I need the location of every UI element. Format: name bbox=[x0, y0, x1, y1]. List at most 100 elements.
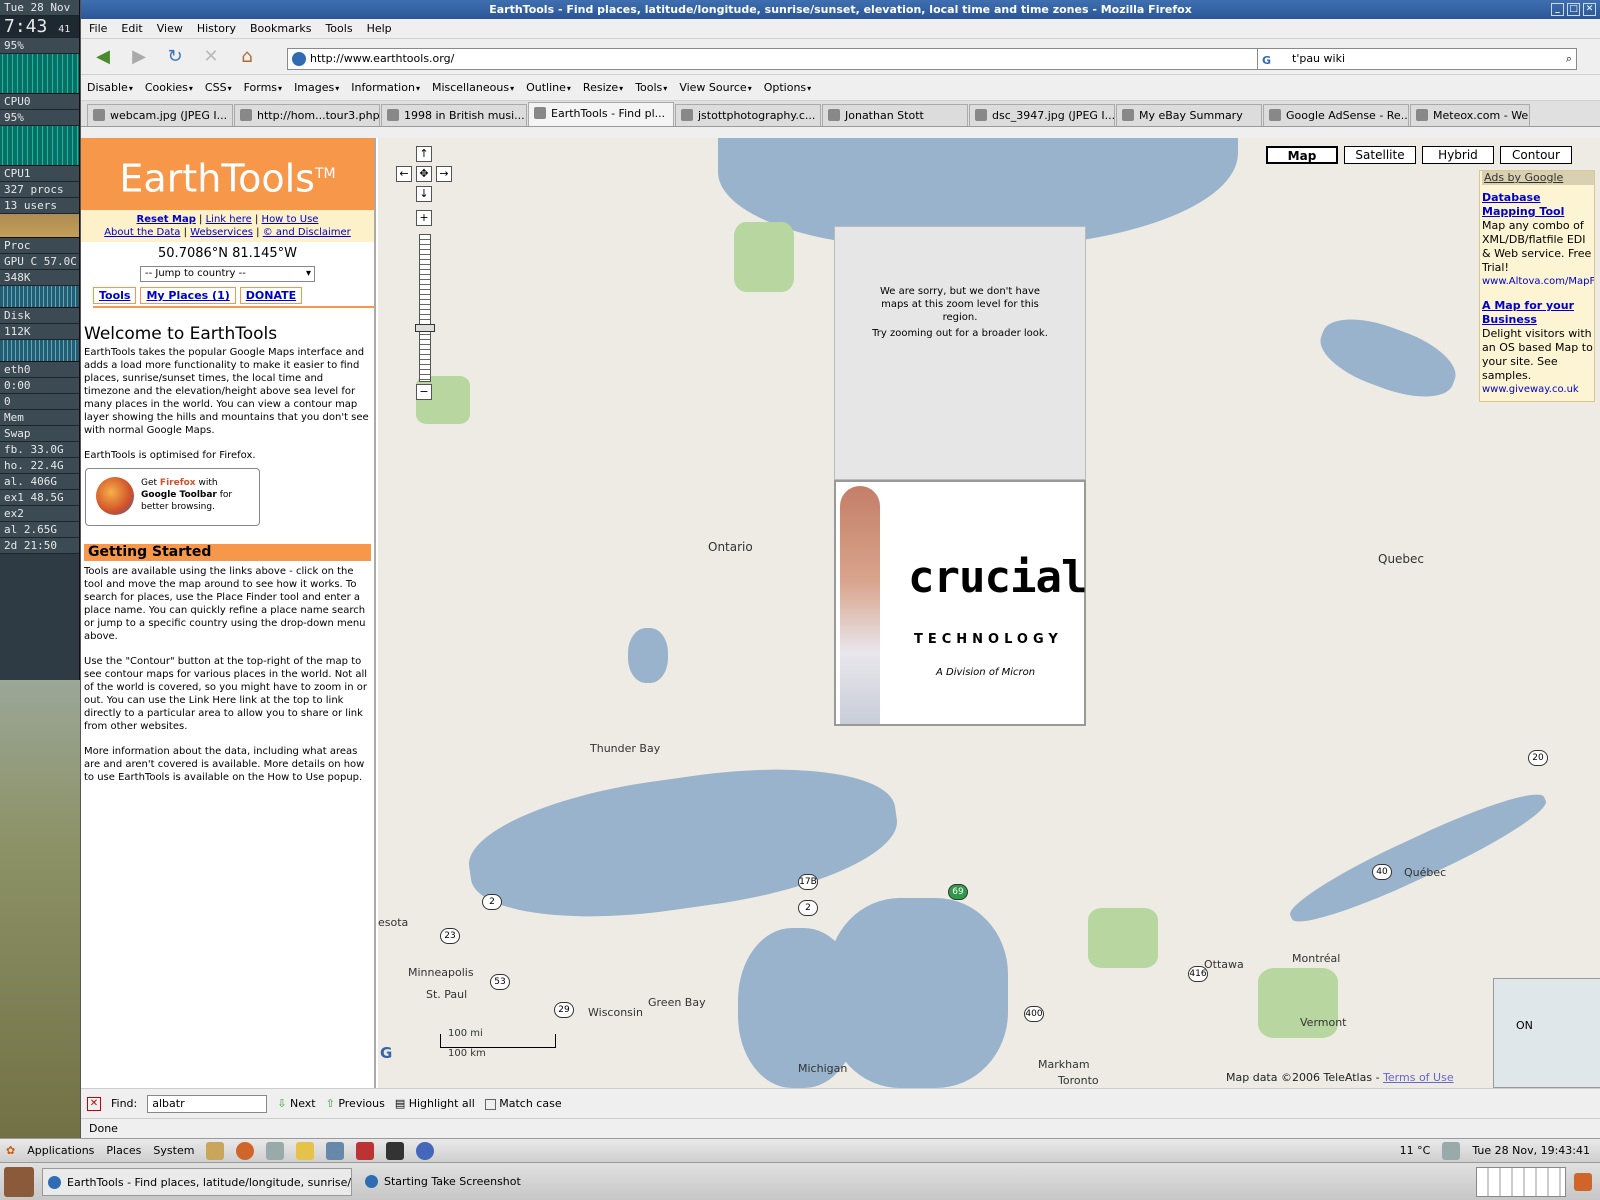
menu-history[interactable]: History bbox=[197, 22, 236, 35]
find-next-button[interactable]: ⇩ Next bbox=[277, 1097, 315, 1110]
wd-images[interactable]: Images bbox=[294, 81, 339, 94]
pan-right-icon[interactable]: → bbox=[436, 166, 452, 182]
menu-edit[interactable]: Edit bbox=[121, 22, 142, 35]
map-canvas[interactable]: ↑ ← ✥ → ↓ + − Map Satellite Hybrid Conto… bbox=[378, 138, 1600, 1088]
highlight-all-button[interactable]: ▤ Highlight all bbox=[395, 1097, 475, 1110]
wd-miscellaneous[interactable]: Miscellaneous bbox=[432, 81, 514, 94]
panel-tabs: Tools My Places (1) DONATE bbox=[93, 287, 374, 308]
satellite-type-button[interactable]: Satellite bbox=[1344, 146, 1416, 164]
show-desktop-icon[interactable] bbox=[4, 1166, 34, 1197]
zoom-in-icon[interactable]: + bbox=[416, 210, 432, 226]
menu-tools[interactable]: Tools bbox=[325, 22, 352, 35]
web-developer-toolbar: Disable Cookies CSS Forms Images Informa… bbox=[81, 75, 1600, 101]
match-case-checkbox[interactable]: Match case bbox=[484, 1097, 562, 1110]
find-previous-button[interactable]: ⇧ Previous bbox=[326, 1097, 385, 1110]
workspace-switcher[interactable] bbox=[1476, 1166, 1566, 1197]
magnifier-icon[interactable]: ⌕ bbox=[1566, 49, 1572, 69]
system-menu[interactable]: System bbox=[153, 1144, 194, 1157]
link-here-link[interactable]: Link here bbox=[206, 214, 252, 225]
donate-tab[interactable]: DONATE bbox=[239, 287, 303, 304]
reload-icon[interactable]: ↻ bbox=[161, 43, 189, 71]
menu-file[interactable]: File bbox=[89, 22, 107, 35]
zoom-slider-track[interactable] bbox=[419, 234, 431, 382]
close-window-button[interactable]: ✕ bbox=[1583, 3, 1596, 16]
firefox-launcher-icon[interactable] bbox=[236, 1141, 255, 1160]
app-launcher-icon[interactable] bbox=[356, 1141, 375, 1160]
crucial-ad-image[interactable]: crucial TECHNOLOGY A Division of Micron bbox=[834, 480, 1087, 726]
tab-meteox[interactable]: Meteox.com - Weath... bbox=[1410, 104, 1530, 126]
menu-view[interactable]: View bbox=[157, 22, 183, 35]
back-icon[interactable]: ◀ bbox=[89, 43, 117, 71]
tools-tab[interactable]: Tools bbox=[93, 287, 137, 304]
zoom-out-icon[interactable]: − bbox=[416, 384, 432, 400]
find-input[interactable] bbox=[147, 1094, 268, 1113]
pan-left-icon[interactable]: ← bbox=[396, 166, 412, 182]
disclaimer-link[interactable]: © and Disclaimer bbox=[263, 227, 351, 238]
url-bar[interactable]: http://www.earthtools.org/ ▶ bbox=[287, 48, 1307, 70]
contour-type-button[interactable]: Contour bbox=[1500, 146, 1572, 164]
ad1-title[interactable]: Database Mapping Tool bbox=[1482, 191, 1564, 218]
jump-to-country-select[interactable]: -- Jump to country -- ▾ bbox=[140, 266, 315, 282]
search-box[interactable]: G t'pau wiki ⌕ bbox=[1257, 48, 1577, 70]
terminal-icon[interactable] bbox=[266, 1141, 285, 1160]
help-icon[interactable] bbox=[296, 1141, 315, 1160]
minimize-button[interactable]: _ bbox=[1551, 3, 1564, 16]
about-data-link[interactable]: About the Data bbox=[104, 227, 180, 238]
home-icon[interactable]: ⌂ bbox=[233, 43, 261, 71]
wd-options[interactable]: Options bbox=[764, 81, 811, 94]
ad2-url[interactable]: www.giveway.co.uk bbox=[1482, 383, 1594, 397]
terms-of-use-link[interactable]: Terms of Use bbox=[1383, 1071, 1454, 1084]
tab-webcam[interactable]: webcam.jpg (JPEG I... bbox=[87, 104, 233, 126]
tab-adsense[interactable]: Google AdSense - Re... bbox=[1263, 104, 1409, 126]
menu-help[interactable]: Help bbox=[367, 22, 392, 35]
ad2-title[interactable]: A Map for your Business bbox=[1482, 299, 1574, 326]
menu-bookmarks[interactable]: Bookmarks bbox=[250, 22, 311, 35]
wd-view-source[interactable]: View Source bbox=[679, 81, 751, 94]
close-find-icon[interactable]: ✕ bbox=[87, 1096, 101, 1111]
tab-jonathan-stott[interactable]: Jonathan Stott bbox=[822, 104, 968, 126]
overview-minimap[interactable]: ON bbox=[1493, 978, 1600, 1088]
places-menu[interactable]: Places bbox=[106, 1144, 141, 1157]
get-firefox-badge[interactable]: Get Firefox with Google Toolbar for bett… bbox=[85, 468, 260, 526]
task-screenshot[interactable]: Starting Take Screenshot bbox=[360, 1168, 560, 1196]
reset-map-link[interactable]: Reset Map bbox=[137, 214, 196, 225]
pan-center-icon[interactable]: ✥ bbox=[416, 166, 432, 182]
tab-dsc-jpeg[interactable]: dsc_3947.jpg (JPEG I... bbox=[969, 104, 1115, 126]
map-type-button[interactable]: Map bbox=[1266, 146, 1338, 164]
panel-clock[interactable]: Tue 28 Nov, 19:43:41 bbox=[1472, 1144, 1600, 1157]
applications-menu[interactable]: Applications bbox=[27, 1144, 94, 1157]
tab-ebay[interactable]: My eBay Summary bbox=[1116, 104, 1262, 126]
wd-information[interactable]: Information bbox=[351, 81, 420, 94]
how-to-use-link[interactable]: How to Use bbox=[262, 214, 319, 225]
notification-icon[interactable] bbox=[1574, 1172, 1592, 1191]
wd-tools[interactable]: Tools bbox=[635, 81, 667, 94]
pan-up-icon[interactable]: ↑ bbox=[416, 146, 432, 162]
stop-icon[interactable]: ✕ bbox=[197, 43, 225, 71]
printer-icon[interactable] bbox=[1442, 1141, 1461, 1160]
tab-tour3[interactable]: http://hom...tour3.php bbox=[234, 104, 380, 126]
console-icon[interactable] bbox=[386, 1141, 405, 1160]
wd-resize[interactable]: Resize bbox=[583, 81, 623, 94]
wd-disable[interactable]: Disable bbox=[87, 81, 133, 94]
maximize-button[interactable]: □ bbox=[1567, 3, 1580, 16]
tab-jstott-photography[interactable]: jstottphotography.c... bbox=[675, 104, 821, 126]
wd-outline[interactable]: Outline bbox=[526, 81, 571, 94]
hybrid-type-button[interactable]: Hybrid bbox=[1422, 146, 1494, 164]
media-icon[interactable] bbox=[416, 1141, 435, 1160]
my-places-tab[interactable]: My Places (1) bbox=[140, 287, 236, 304]
webservices-link[interactable]: Webservices bbox=[190, 227, 253, 238]
tab-british-music[interactable]: 1998 in British musi... bbox=[381, 104, 527, 126]
wd-cookies[interactable]: Cookies bbox=[145, 81, 193, 94]
wd-css[interactable]: CSS bbox=[205, 81, 232, 94]
task-firefox[interactable]: EarthTools - Find places, latitude/longi… bbox=[42, 1167, 352, 1196]
home-folder-icon[interactable] bbox=[326, 1141, 345, 1160]
zoom-slider-thumb[interactable] bbox=[415, 324, 435, 332]
ad1-url[interactable]: www.Altova.com/MapFo bbox=[1482, 275, 1594, 289]
pan-down-icon[interactable]: ↓ bbox=[416, 186, 432, 202]
forward-icon[interactable]: ▶ bbox=[125, 43, 153, 71]
google-search-icon[interactable]: G bbox=[1262, 51, 1271, 71]
wd-forms[interactable]: Forms bbox=[244, 81, 282, 94]
gnome-top-panel: ✿ Applications Places System 11 °C Tue 2… bbox=[0, 1138, 1600, 1162]
tab-earthtools[interactable]: EarthTools - Find pl... bbox=[528, 102, 674, 126]
mail-icon[interactable] bbox=[206, 1141, 225, 1160]
